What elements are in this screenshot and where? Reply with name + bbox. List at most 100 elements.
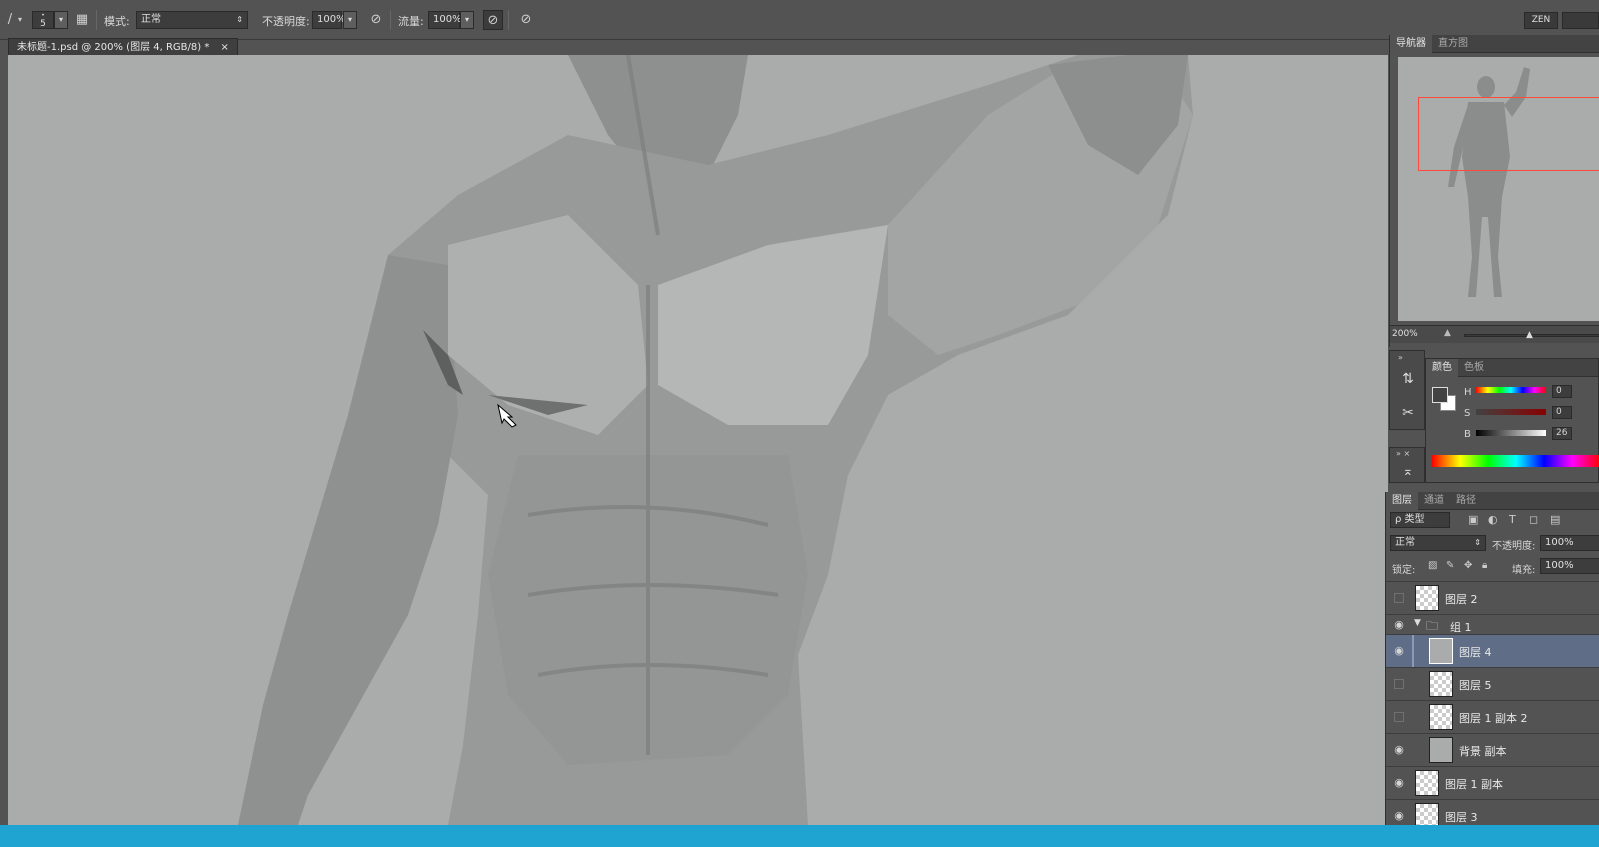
canvas[interactable] xyxy=(8,55,1388,825)
group-row[interactable]: ◉ ▼ 🗀︎ 组 1 xyxy=(1386,614,1599,634)
layer-row-selected[interactable]: ◉ 图层 4 xyxy=(1386,634,1599,668)
filter-smart-object-icon[interactable]: ▤ xyxy=(1550,513,1560,526)
navigator-panel: 导航器 直方图 200% ▲ ▲ xyxy=(1389,35,1599,347)
eye-icon[interactable]: ◉ xyxy=(1392,644,1406,658)
layer-opacity-input[interactable]: 100% xyxy=(1540,535,1599,551)
lock-label: 锁定: xyxy=(1392,565,1416,576)
layer-opacity-label: 不透明度: xyxy=(1492,541,1536,552)
layer-row[interactable]: ◉ 背景 副本 xyxy=(1386,733,1599,766)
filter-type-icon[interactable]: T xyxy=(1509,513,1516,526)
layer-thumbnail xyxy=(1429,704,1453,730)
layer-name: 图层 3 xyxy=(1445,811,1478,824)
h-input[interactable]: 0 xyxy=(1552,385,1572,398)
expand-icon[interactable]: » × xyxy=(1396,449,1410,458)
tab-layers[interactable]: 图层 xyxy=(1386,492,1418,510)
brush-panel-toggle-icon[interactable]: ▦ xyxy=(72,10,92,30)
visibility-toggle[interactable] xyxy=(1394,593,1404,603)
layer-name: 背景 副本 xyxy=(1459,745,1507,758)
zoom-slider-thumb[interactable]: ▲ xyxy=(1526,330,1533,340)
layer-thumbnail xyxy=(1429,737,1453,763)
lock-position-icon[interactable]: ✥ xyxy=(1464,560,1472,571)
document-tab[interactable]: 未标题-1.psd @ 200% (图层 4, RGB/8) * × xyxy=(8,38,238,55)
opacity-input[interactable]: 100% xyxy=(312,11,346,29)
workspace-switcher[interactable]: ZEN xyxy=(1524,12,1558,29)
lock-transparency-icon[interactable]: ▨ xyxy=(1428,560,1437,571)
blend-mode-select[interactable]: 正常 ⇕ xyxy=(1390,535,1486,551)
brush-size-preview[interactable]: • 5 xyxy=(32,11,54,29)
layer-row[interactable]: 图层 1 副本 2 xyxy=(1386,700,1599,733)
mode-select[interactable]: 正常 ⇕ xyxy=(136,11,248,29)
layer-thumbnail xyxy=(1415,585,1439,611)
flow-input[interactable]: 100% xyxy=(428,11,462,29)
airbrush-icon[interactable]: ⊘ xyxy=(483,10,503,30)
brush-picker-arrow[interactable]: ▾ xyxy=(54,11,68,29)
tab-channels[interactable]: 通道 xyxy=(1418,492,1450,510)
navigator-view-box[interactable] xyxy=(1418,97,1599,171)
filter-label: ρ 类型 xyxy=(1395,514,1425,525)
visibility-toggle[interactable] xyxy=(1394,679,1404,689)
eye-icon[interactable]: ◉ xyxy=(1392,776,1406,790)
history-icon[interactable]: ⇅ xyxy=(1396,367,1420,391)
pressure-size-icon[interactable]: ⊘ xyxy=(516,10,536,30)
flow-dropdown-arrow[interactable]: ▾ xyxy=(460,11,474,29)
fill-label: 填充: xyxy=(1512,565,1536,576)
fill-input[interactable]: 100% xyxy=(1540,558,1599,574)
s-input[interactable]: 0 xyxy=(1552,406,1572,419)
flow-label: 流量: xyxy=(398,15,424,28)
navigator-preview[interactable] xyxy=(1398,57,1599,321)
b-input[interactable]: 26 xyxy=(1552,427,1572,440)
close-tab-icon[interactable]: × xyxy=(221,42,229,53)
color-spectrum[interactable] xyxy=(1432,455,1599,467)
flow-value: 100% xyxy=(433,14,462,25)
tab-paths[interactable]: 路径 xyxy=(1450,492,1482,510)
filter-adjustment-icon[interactable]: ◐ xyxy=(1488,513,1498,526)
layer-filter-select[interactable]: ρ 类型 xyxy=(1390,512,1450,528)
layer-thumbnail xyxy=(1415,770,1439,796)
lock-pixels-icon[interactable]: ✎ xyxy=(1446,560,1454,571)
layer-row[interactable]: ◉ 图层 3 xyxy=(1386,799,1599,829)
filter-shape-icon[interactable]: ◻ xyxy=(1529,513,1538,526)
zoom-out-icon[interactable]: ▲ xyxy=(1444,328,1451,338)
document-title: 未标题-1.psd @ 200% (图层 4, RGB/8) * xyxy=(17,42,210,53)
select-arrows-icon: ⇕ xyxy=(236,15,243,24)
brush-preset-icon[interactable]: ⌅ xyxy=(1396,462,1420,482)
navigator-zoom[interactable]: 200% xyxy=(1392,329,1418,339)
layer-row[interactable]: ◉ 图层 1 副本 xyxy=(1386,766,1599,799)
visibility-toggle[interactable] xyxy=(1394,712,1404,722)
layer-row[interactable]: 图层 5 xyxy=(1386,667,1599,700)
filter-pixel-icon[interactable]: ▣ xyxy=(1468,513,1478,526)
fill-value: 100% xyxy=(1545,560,1574,571)
tab-histogram[interactable]: 直方图 xyxy=(1432,35,1474,53)
tab-navigator[interactable]: 导航器 xyxy=(1390,35,1432,53)
tab-color[interactable]: 颜色 xyxy=(1426,359,1458,377)
tab-swatches[interactable]: 色板 xyxy=(1458,359,1490,377)
layer-name: 图层 4 xyxy=(1459,646,1492,659)
eye-icon[interactable]: ◉ xyxy=(1392,809,1406,823)
saturation-slider[interactable] xyxy=(1476,409,1546,415)
layer-name: 图层 1 副本 xyxy=(1445,778,1503,791)
expand-icon[interactable]: » xyxy=(1398,353,1403,362)
mode-value: 正常 xyxy=(141,14,161,25)
layers-panel: 图层 通道 路径 ρ 类型 ▣ ◐ T ◻ ▤ 正常 ⇕ 不透明度: 100% … xyxy=(1385,492,1599,829)
workspace-search[interactable] xyxy=(1562,12,1599,29)
hue-slider[interactable] xyxy=(1476,387,1546,393)
layer-name: 图层 2 xyxy=(1445,593,1478,606)
tools-icon[interactable]: ✂ xyxy=(1396,401,1420,425)
options-bar: / ▾ • 5 ▾ ▦ 模式: 正常 ⇕ 不透明度: 100% ▾ ⊘ 流量: … xyxy=(0,0,1599,40)
pressure-opacity-icon[interactable]: ⊘ xyxy=(366,10,386,30)
tool-preset-arrow-icon[interactable]: ▾ xyxy=(10,10,30,30)
layer-thumbnail xyxy=(1429,638,1453,664)
group-expand-icon[interactable]: ▼ xyxy=(1414,618,1421,628)
lock-all-icon[interactable]: 🔒︎ xyxy=(1482,560,1487,571)
opacity-dropdown-arrow[interactable]: ▾ xyxy=(343,11,357,29)
s-label: S xyxy=(1464,408,1471,419)
brightness-slider[interactable] xyxy=(1476,430,1546,436)
foreground-color[interactable] xyxy=(1432,387,1448,403)
layer-row[interactable]: 图层 2 xyxy=(1386,581,1599,614)
brush-size-value: 5 xyxy=(40,19,46,29)
eye-icon[interactable]: ◉ xyxy=(1392,743,1406,757)
mode-label: 模式: xyxy=(104,15,130,28)
h-label: H xyxy=(1464,387,1472,398)
layer-name: 图层 1 副本 2 xyxy=(1459,712,1528,725)
eye-icon[interactable]: ◉ xyxy=(1392,618,1406,632)
